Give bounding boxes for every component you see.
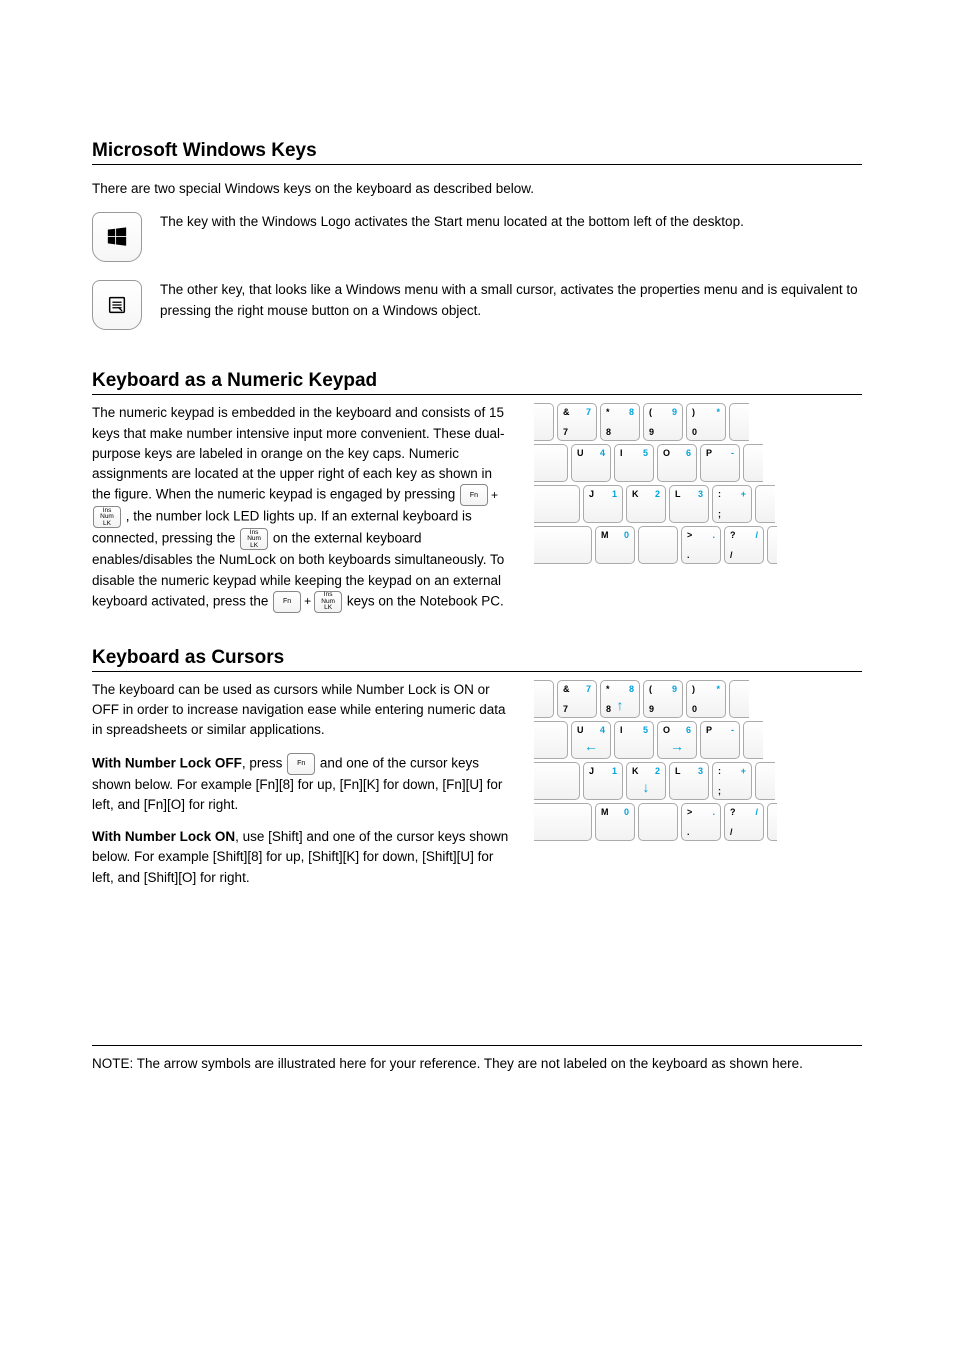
keycap: O6→ [657, 721, 697, 759]
windows-logo-key-icon [92, 212, 142, 262]
keycap [743, 721, 763, 759]
keycap [729, 403, 749, 441]
keyboard-cursors-paragraph: The keyboard can be used as cursors whil… [92, 680, 512, 888]
fn-key-inline-icon: Fn [460, 484, 488, 506]
keycap: L3 [669, 762, 709, 800]
keycap: P- [700, 721, 740, 759]
keycap: I5 [614, 444, 654, 482]
keycap: K2 [626, 485, 666, 523]
keycap [729, 680, 749, 718]
keycap: *88 [600, 403, 640, 441]
keycap: )0* [686, 680, 726, 718]
keycap [638, 526, 678, 564]
numlk-key-inline-icon: InsNum LK [93, 506, 121, 528]
windows-logo-key-text: The key with the Windows Logo activates … [160, 212, 744, 232]
keycap [767, 803, 777, 841]
keycap [534, 444, 568, 482]
keycap: >.. [681, 803, 721, 841]
keycap [755, 485, 775, 523]
numeric-keypad-paragraph: The numeric keypad is embedded in the ke… [92, 403, 512, 613]
keycap [534, 721, 568, 759]
keycap: (99 [643, 680, 683, 718]
keycap: >.. [681, 526, 721, 564]
section-heading-keyboard-cursors: Keyboard as Cursors [92, 647, 862, 672]
keycap [534, 526, 592, 564]
keycap: M0 [595, 526, 635, 564]
footer-note: NOTE: The arrow symbols are illustrated … [92, 1045, 862, 1071]
keycap: (99 [643, 403, 683, 441]
cursor-keypad-illustration: &77*88↑(99)0* U4←I5O6→P- J1K2↓L3:;+ M0 >..?/… [534, 680, 832, 841]
keycap [534, 680, 554, 718]
context-menu-key-icon [92, 280, 142, 330]
keycap: *88↑ [600, 680, 640, 718]
keycap: U4← [571, 721, 611, 759]
keycap: U4 [571, 444, 611, 482]
keycap: ?// [724, 803, 764, 841]
keycap [534, 485, 580, 523]
fn-key-inline-icon-2: Fn [273, 591, 301, 613]
keycap: O6 [657, 444, 697, 482]
context-menu-key-text: The other key, that looks like a Windows… [160, 280, 862, 321]
keycap: P- [700, 444, 740, 482]
keycap [755, 762, 775, 800]
keycap: K2↓ [626, 762, 666, 800]
keycap [743, 444, 763, 482]
keycap: :;+ [712, 762, 752, 800]
section-heading-windows-keys: Microsoft Windows Keys [92, 140, 862, 165]
numlk-key-inline-icon-2: InsNum LK [240, 528, 268, 550]
keycap [767, 526, 777, 564]
section-heading-numeric-keypad: Keyboard as a Numeric Keypad [92, 370, 862, 395]
windows-keys-intro: There are two special Windows keys on th… [92, 179, 862, 199]
keycap [534, 403, 554, 441]
keycap [638, 803, 678, 841]
keycap: M0 [595, 803, 635, 841]
keycap: &77 [557, 680, 597, 718]
keycap: J1 [583, 485, 623, 523]
keycap [534, 762, 580, 800]
numeric-keypad-illustration: &77*88(99)0* U4I5O6P- J1K2L3:;+ M0 >..?// [534, 403, 832, 564]
keycap: :;+ [712, 485, 752, 523]
keycap: ?// [724, 526, 764, 564]
keycap: )0* [686, 403, 726, 441]
numlk-key-inline-icon-3: InsNum LK [314, 591, 342, 613]
keycap: J1 [583, 762, 623, 800]
keycap: I5 [614, 721, 654, 759]
fn-key-inline-icon-3: Fn [287, 753, 315, 775]
keycap [534, 803, 592, 841]
keycap: L3 [669, 485, 709, 523]
keycap: &77 [557, 403, 597, 441]
